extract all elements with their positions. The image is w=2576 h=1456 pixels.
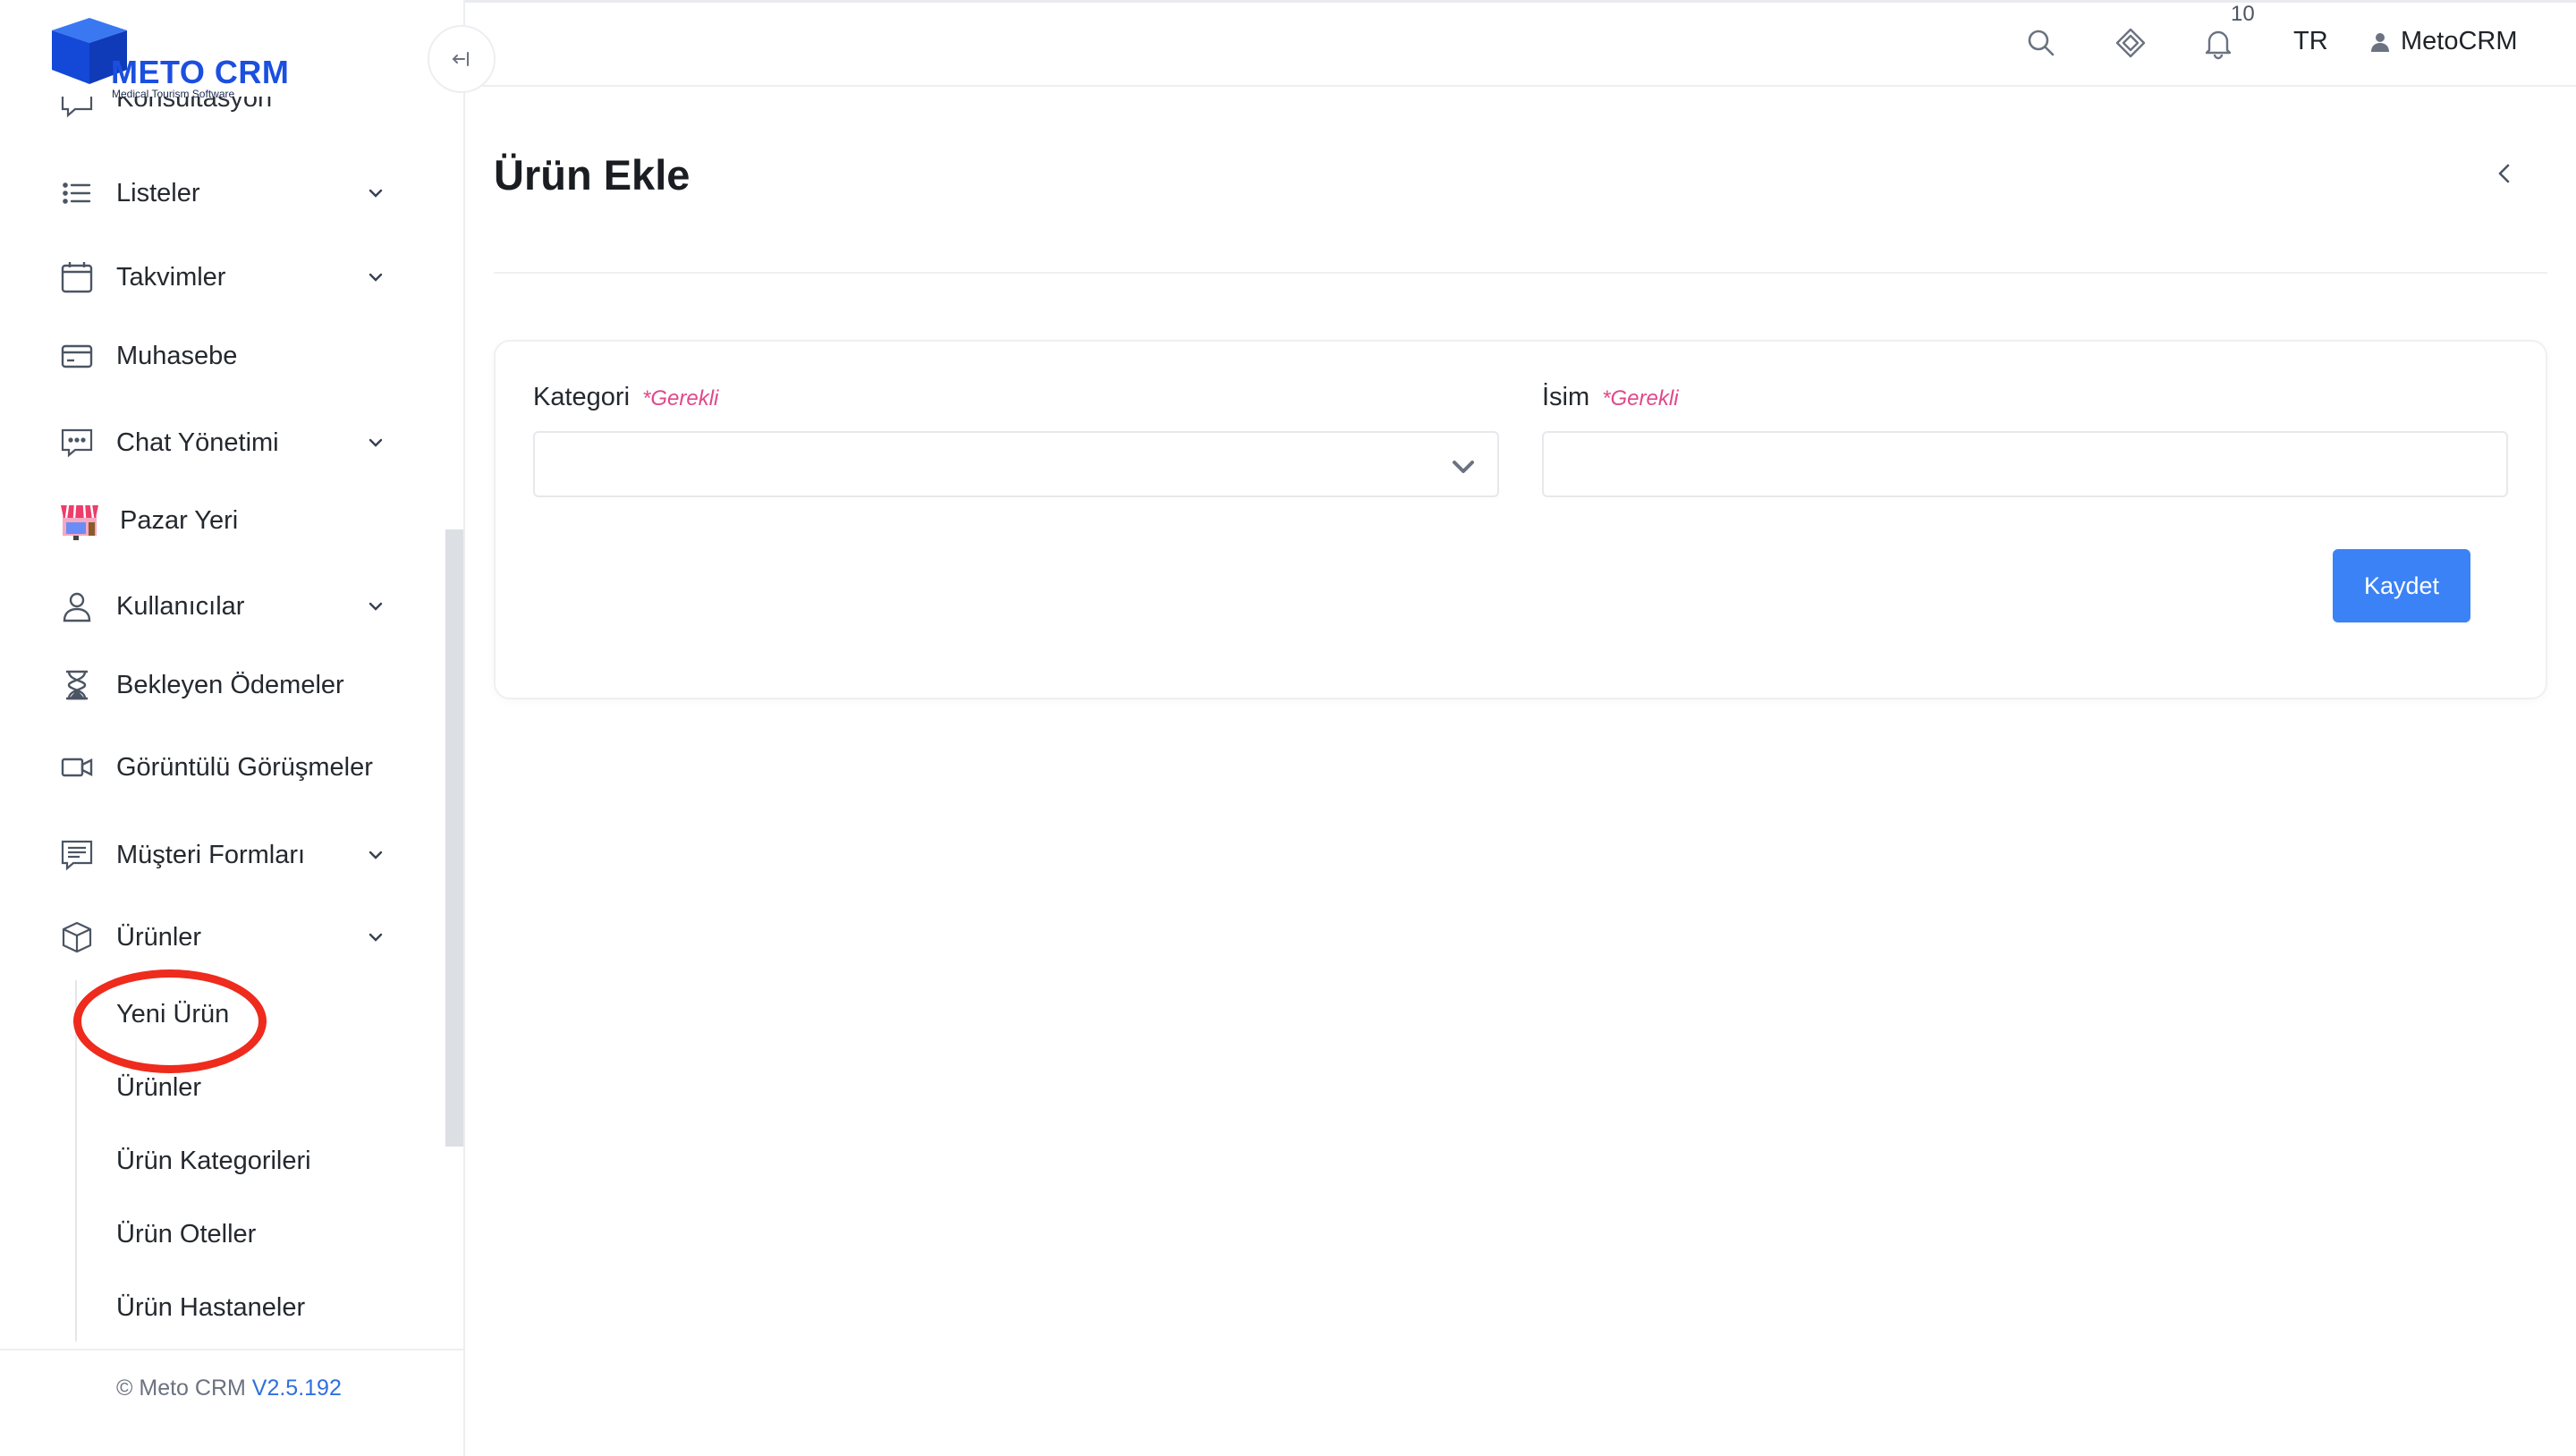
product-form-card [494,340,2547,699]
sidebar-item-listeler[interactable]: Listeler [57,166,397,220]
user-name: MetoCRM [2401,27,2518,55]
submenu-item-yeni-urun[interactable]: Yeni Ürün [116,1000,229,1029]
brand-name: METO CRM [111,54,290,90]
category-label: Kategori *Gerekli [533,383,718,412]
diamond-icon [2115,28,2146,58]
submenu-guide-line [75,980,77,1342]
sidebar-item-label: Kullanıcılar [116,591,245,621]
save-button[interactable]: Kaydet [2333,549,2470,622]
chat-bubble-icon [61,97,93,118]
user-icon [57,587,97,626]
box-icon [57,918,97,957]
sidebar-item-label: Bekleyen Ödemeler [116,670,344,699]
chevron-down-icon [369,438,383,447]
chevron-down-icon [1453,461,1474,473]
sidebar-item-urunler[interactable]: Ürünler [57,910,397,964]
back-chevron-icon[interactable] [2488,157,2521,190]
sidebar-item-pazar-yeri[interactable]: Pazar Yeri [57,494,397,547]
search-icon [2028,30,2055,56]
apps-button[interactable] [2113,25,2148,61]
title-divider [494,272,2547,274]
submenu-item-urunler[interactable]: Ürünler [116,1073,201,1103]
submenu-item-urun-hastaneler[interactable]: Ürün Hastaneler [116,1293,305,1323]
user-menu[interactable]: MetoCRM [2368,27,2518,56]
collapse-left-icon [452,52,469,66]
chevron-down-icon [369,851,383,859]
chevron-down-icon [369,602,383,611]
sidebar-footer [0,1349,465,1456]
hourglass-icon [57,665,97,705]
sidebar-item-chat-yonetimi[interactable]: Chat Yönetimi [57,416,397,470]
chat-dots-icon [57,423,97,462]
sidebar-item-bekleyen-odemeler[interactable]: Bekleyen Ödemeler [57,658,397,712]
sidebar-item-label: Ürünler [116,922,202,952]
video-camera-icon [57,748,97,787]
submenu-item-urun-oteller[interactable]: Ürün Oteller [116,1220,256,1249]
name-input[interactable] [1542,431,2508,497]
sidebar-item-kullanicilar[interactable]: Kullanıcılar [57,580,397,633]
notification-count-badge: 10 [2231,2,2255,26]
sidebar-item-goruntulu-gorusmeler[interactable]: Görüntülü Görüşmeler [57,741,397,794]
notifications-button[interactable] [2200,25,2236,61]
name-required-badge: *Gerekli [1602,386,1679,411]
sidebar-item-label: Görüntülü Görüşmeler [116,752,373,782]
top-header [465,3,2576,87]
bell-icon [2205,30,2232,60]
name-label-text: İsim [1542,383,1590,411]
user-icon [2371,32,2389,52]
sidebar-item-label: Muhasebe [116,341,238,370]
page-title: Ürün Ekle [494,151,691,199]
sidebar-item-label: Listeler [116,178,200,207]
sidebar-item-label: Müşteri Formları [116,840,306,869]
sidebar-item-konsultasyon[interactable]: Konsultasyon [57,97,379,123]
sidebar-item-muhasebe[interactable]: Muhasebe [57,329,397,383]
category-select[interactable] [533,431,1499,497]
sidebar-scrollbar[interactable] [445,529,463,1147]
sidebar-item-label: Konsultasyon [116,97,273,113]
chevron-down-icon [369,273,383,282]
chevron-down-icon [369,933,383,942]
language-switch[interactable]: TR [2293,27,2328,56]
sidebar-item-musteri-formlari[interactable]: Müşteri Formları [57,828,397,882]
name-label: İsim *Gerekli [1542,383,1679,412]
sidebar-item-label: Takvimler [116,262,226,292]
sidebar-collapse-button[interactable] [428,25,496,93]
copyright-text: © Meto CRM [116,1376,246,1401]
search-button[interactable] [2023,25,2059,61]
version-link[interactable]: V2.5.192 [252,1376,342,1401]
sidebar-item-label: Chat Yönetimi [116,427,279,457]
category-label-text: Kategori [533,383,631,411]
sidebar: METO CRM Medical Tourism Software Konsul… [0,0,465,1456]
form-icon [57,835,97,875]
sidebar-item-label: Pazar Yeri [120,505,239,535]
calendar-icon [57,258,97,297]
credit-card-icon [57,336,97,376]
copyright: © Meto CRM V2.5.192 [116,1376,342,1401]
brand-logo[interactable]: METO CRM Medical Tourism Software [48,14,317,104]
category-required-badge: *Gerekli [642,386,719,411]
chevron-down-icon [369,189,383,198]
list-icon [57,174,97,213]
sidebar-item-takvimler[interactable]: Takvimler [57,250,397,304]
marketplace-icon [57,498,102,543]
submenu-item-urun-kategorileri[interactable]: Ürün Kategorileri [116,1147,311,1176]
